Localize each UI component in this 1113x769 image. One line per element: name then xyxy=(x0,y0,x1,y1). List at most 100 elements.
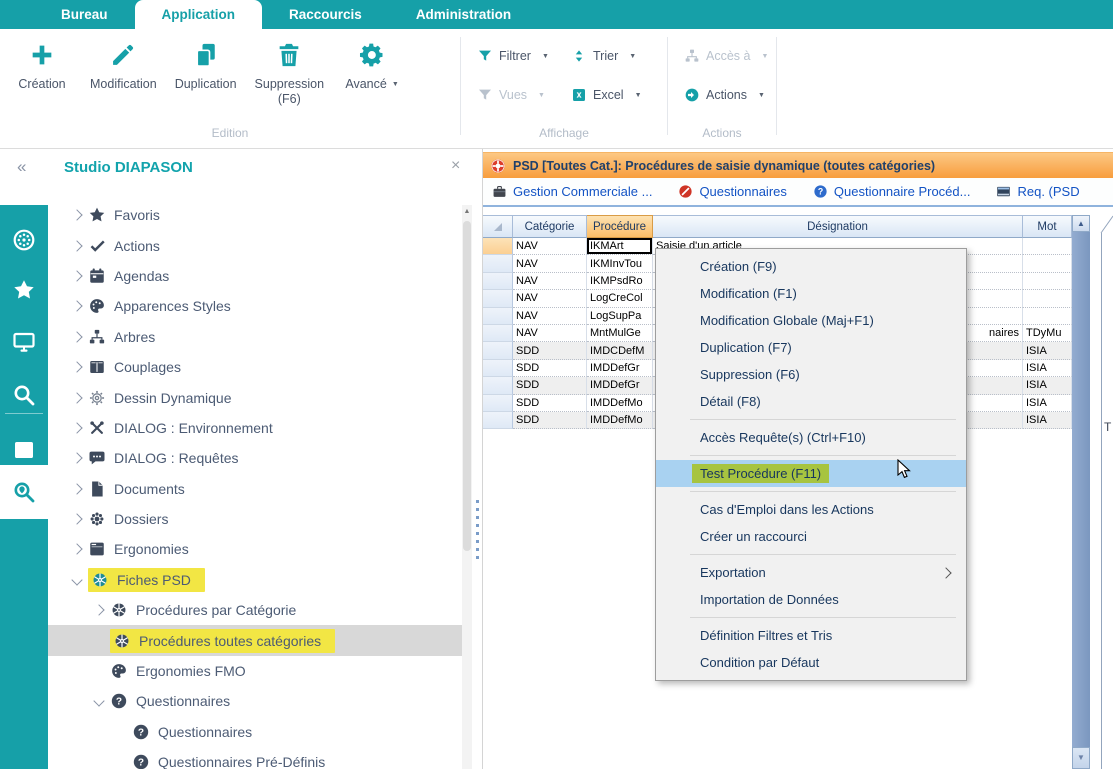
iconbar-item-star-icon[interactable] xyxy=(0,266,48,314)
collapsed-panel-label[interactable]: T xyxy=(1104,420,1111,434)
cell-procedure[interactable]: IMDDefMo xyxy=(587,395,653,412)
cell-categorie[interactable]: SDD xyxy=(513,412,587,429)
row-selector-cell[interactable] xyxy=(483,238,513,255)
column-header-catégorie[interactable]: Catégorie xyxy=(513,215,587,238)
menu-item-modification-f1-[interactable]: Modification (F1) xyxy=(656,280,966,307)
sidebar-item-actions[interactable]: Actions xyxy=(48,230,462,260)
cell-procedure[interactable]: IMDDefGr xyxy=(587,377,653,394)
iconbar-item-search-icon[interactable] xyxy=(0,371,48,419)
sidebar-item-fiches-psd[interactable]: Fiches PSD xyxy=(48,565,462,595)
cell-mot[interactable]: TDyMu xyxy=(1023,325,1072,342)
chevron-right-icon[interactable] xyxy=(71,240,82,251)
cell-mot[interactable] xyxy=(1023,290,1072,307)
filtrer-button[interactable]: Filtrer▼ xyxy=(477,45,571,67)
chevron-right-icon[interactable] xyxy=(71,301,82,312)
row-selector-cell[interactable] xyxy=(483,342,513,359)
row-selector-cell[interactable] xyxy=(483,255,513,272)
menu-item-cr-er-un-raccourci[interactable]: Créer un raccourci xyxy=(656,523,966,550)
sidebar-item-dialog-environnement[interactable]: DIALOG : Environnement xyxy=(48,413,462,443)
tree-scroll-thumb[interactable] xyxy=(463,221,471,551)
column-header-désignation[interactable]: Désignation xyxy=(653,215,1023,238)
chevron-right-icon[interactable] xyxy=(71,392,82,403)
iconbar-item-wheel-logo-icon[interactable] xyxy=(0,216,48,264)
ribbon-tab-administration[interactable]: Administration xyxy=(389,0,538,29)
sidebar-close-button[interactable]: × xyxy=(451,158,460,174)
row-selector-cell[interactable] xyxy=(483,360,513,377)
cell-mot[interactable]: ISIA xyxy=(1023,377,1072,394)
chevron-right-icon[interactable] xyxy=(71,210,82,221)
chevron-right-icon[interactable] xyxy=(71,544,82,555)
tree-scroll-up-icon[interactable]: ▲ xyxy=(462,205,472,219)
cell-procedure[interactable]: IMDDefGr xyxy=(587,360,653,377)
chevron-right-icon[interactable] xyxy=(71,453,82,464)
window-tab-questionnaires[interactable]: Questionnaires xyxy=(678,184,786,199)
menu-item-duplication-f7-[interactable]: Duplication (F7) xyxy=(656,334,966,361)
window-tab-req-psd[interactable]: Req. (PSD xyxy=(996,184,1079,199)
chevron-right-icon[interactable] xyxy=(71,361,82,372)
column-header-mot[interactable]: Mot xyxy=(1023,215,1072,238)
cell-mot[interactable] xyxy=(1023,238,1072,255)
cell-mot[interactable] xyxy=(1023,273,1072,290)
sidebar-item-couplages[interactable]: Couplages xyxy=(48,352,462,382)
chevron-right-icon[interactable] xyxy=(71,422,82,433)
sidebar-item-apparences-styles[interactable]: Apparences Styles xyxy=(48,291,462,321)
row-selector-cell[interactable] xyxy=(483,308,513,325)
ribbon-tab-application[interactable]: Application xyxy=(135,0,263,29)
cell-categorie[interactable]: NAV xyxy=(513,308,587,325)
window-tab-gestion-commerciale-[interactable]: Gestion Commerciale ... xyxy=(492,184,652,199)
cell-mot[interactable]: ISIA xyxy=(1023,360,1072,377)
menu-item-suppression-f6-[interactable]: Suppression (F6) xyxy=(656,361,966,388)
row-selector-cell[interactable] xyxy=(483,412,513,429)
sidebar-item-proc-dures-par-cat-gorie[interactable]: Procédures par Catégorie xyxy=(48,595,462,625)
cell-categorie[interactable]: NAV xyxy=(513,273,587,290)
cell-mot[interactable]: ISIA xyxy=(1023,395,1072,412)
menu-item-condition-par-d-faut[interactable]: Condition par Défaut xyxy=(656,649,966,676)
sidebar-item-favoris[interactable]: Favoris xyxy=(48,200,462,230)
création-button[interactable]: Création xyxy=(12,41,72,107)
cell-categorie[interactable]: NAV xyxy=(513,290,587,307)
menu-item-importation-de-donn-es[interactable]: Importation de Données xyxy=(656,586,966,613)
cell-categorie[interactable]: NAV xyxy=(513,255,587,272)
menu-item-cr-ation-f9-[interactable]: Création (F9) xyxy=(656,253,966,280)
row-selector-cell[interactable] xyxy=(483,377,513,394)
row-selector-cell[interactable] xyxy=(483,273,513,290)
actions-button[interactable]: Actions▼ xyxy=(684,84,784,106)
sidebar-item-proc-dures-toutes-cat-gories[interactable]: Procédures toutes catégories xyxy=(48,625,462,655)
scroll-down-icon[interactable]: ▼ xyxy=(1072,747,1090,769)
sidebar-item-ergonomies[interactable]: Ergonomies xyxy=(48,534,462,564)
cell-procedure[interactable]: LogCreCol xyxy=(587,290,653,307)
iconbar-item-search-pin-icon[interactable] xyxy=(0,465,48,519)
window-tab-questionnaire-proc-d-[interactable]: ?Questionnaire Procéd... xyxy=(813,184,971,199)
sidebar-item-questionnaires[interactable]: ?Questionnaires xyxy=(48,717,462,747)
suppression-button[interactable]: Suppression(F6) xyxy=(255,41,325,107)
sidebar-item-agendas[interactable]: Agendas xyxy=(48,261,462,291)
avancé-button[interactable]: Avancé▼ xyxy=(342,41,402,107)
cell-procedure[interactable]: IKMArt xyxy=(587,238,653,255)
sidebar-item-arbres[interactable]: Arbres xyxy=(48,322,462,352)
menu-item-cas-d-emploi-dans-les-actions[interactable]: Cas d'Emploi dans les Actions xyxy=(656,496,966,523)
column-header-procédure[interactable]: Procédure xyxy=(587,215,653,238)
chevron-right-icon[interactable] xyxy=(71,483,82,494)
ribbon-tab-bureau[interactable]: Bureau xyxy=(34,0,135,29)
cell-procedure[interactable]: IKMPsdRo xyxy=(587,273,653,290)
row-selector-cell[interactable] xyxy=(483,290,513,307)
scroll-up-icon[interactable]: ▲ xyxy=(1072,215,1090,232)
menu-item-test-proc-dure-f11-[interactable]: Test Procédure (F11) xyxy=(656,460,966,487)
menu-item-modification-globale-maj-f1-[interactable]: Modification Globale (Maj+F1) xyxy=(656,307,966,334)
cell-categorie[interactable]: SDD xyxy=(513,395,587,412)
cell-categorie[interactable]: SDD xyxy=(513,377,587,394)
menu-item-d-tail-f8-[interactable]: Détail (F8) xyxy=(656,388,966,415)
chevron-right-icon[interactable] xyxy=(93,605,104,616)
chevron-down-icon[interactable] xyxy=(93,696,104,707)
menu-item-exportation[interactable]: Exportation xyxy=(656,559,966,586)
cell-mot[interactable]: ISIA xyxy=(1023,342,1072,359)
table-scrollbar[interactable]: ▲ ▼ xyxy=(1072,215,1090,769)
cell-mot[interactable]: ISIA xyxy=(1023,412,1072,429)
cell-procedure[interactable]: IMDDefMo xyxy=(587,412,653,429)
cell-categorie[interactable]: SDD xyxy=(513,342,587,359)
menu-item-acc-s-requ-te-s-ctrl-f10-[interactable]: Accès Requête(s) (Ctrl+F10) xyxy=(656,424,966,451)
cell-procedure[interactable]: IMDCDefM xyxy=(587,342,653,359)
select-all-corner[interactable] xyxy=(483,215,513,238)
sidebar-collapse-button[interactable]: « xyxy=(17,158,26,175)
row-selector-cell[interactable] xyxy=(483,395,513,412)
